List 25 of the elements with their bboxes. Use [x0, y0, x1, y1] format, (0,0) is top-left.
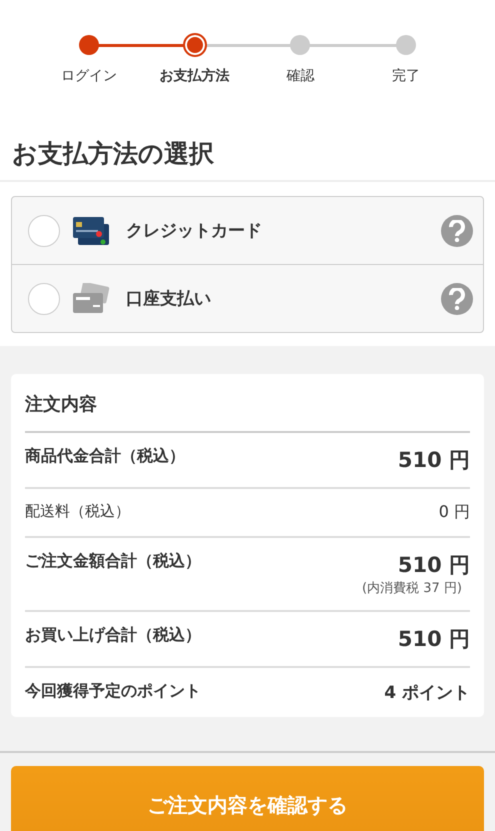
summary-value: 510 円: [398, 447, 470, 474]
radio-button[interactable]: [28, 282, 60, 314]
page-heading: お支払方法の選択: [0, 85, 495, 182]
payment-option-label[interactable]: クレジットカード: [126, 219, 441, 242]
card-icon: [72, 282, 110, 314]
summary-label: ご注文金額合計（税込）: [25, 551, 201, 572]
payment-option-label[interactable]: 口座支払い: [126, 287, 441, 310]
summary-value: 4 ポイント: [384, 682, 470, 704]
summary-value: 0 円: [438, 502, 470, 523]
summary-label: 今回獲得予定のポイント: [25, 681, 201, 702]
step-label: 確認: [286, 67, 314, 85]
radio-button[interactable]: [28, 214, 60, 246]
tax-note: (内消費税 37 円): [362, 580, 462, 597]
summary-value: 510 円: [398, 626, 470, 653]
summary-label: 商品代金合計（税込）: [25, 446, 185, 467]
summary-value: 510 円: [398, 552, 470, 579]
step-label: お支払方法: [160, 67, 230, 85]
summary-label: お買い上げ合計（税込）: [25, 625, 201, 646]
step-label: 完了: [392, 67, 420, 85]
help-icon[interactable]: [441, 282, 473, 314]
credit-cards-icon: [72, 214, 110, 246]
help-icon[interactable]: [441, 214, 473, 246]
step-label: ログイン: [60, 67, 117, 85]
summary-label: 配送料（税込）: [25, 502, 130, 521]
card-title: 注文内容: [25, 374, 470, 433]
